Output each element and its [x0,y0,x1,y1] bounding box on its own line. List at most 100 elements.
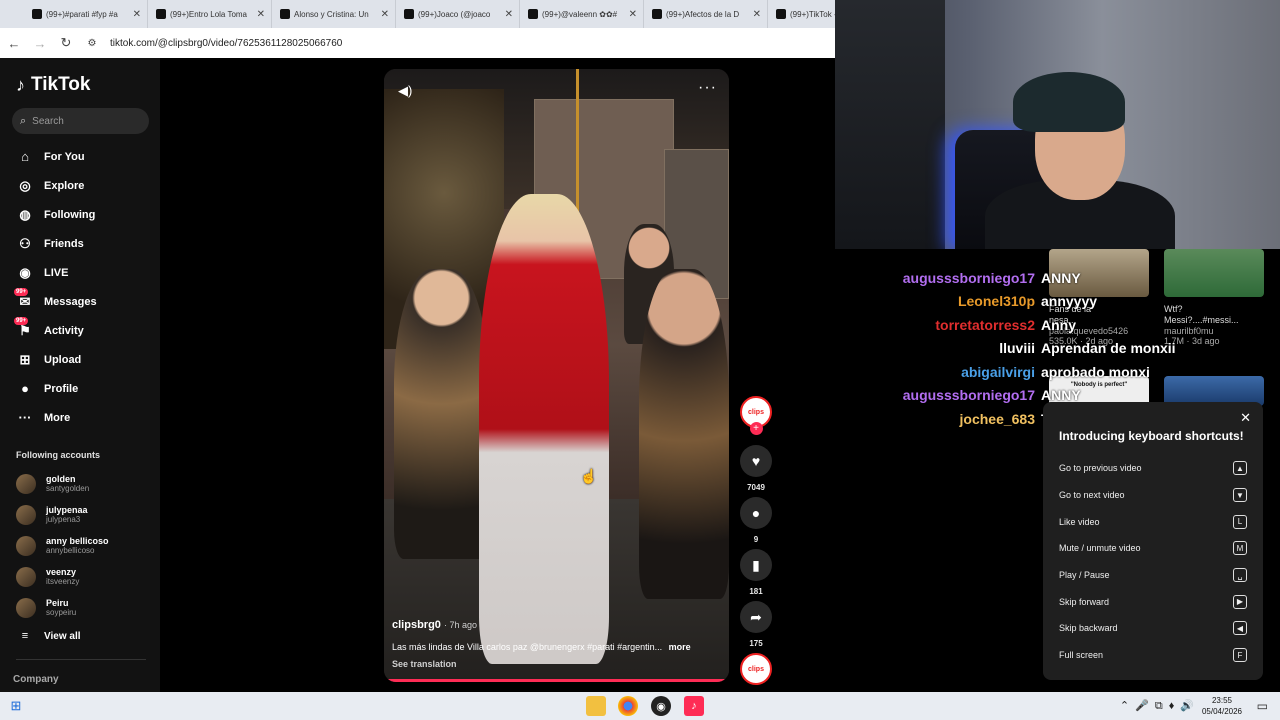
share-action[interactable]: ➦ 175 [739,601,773,648]
sidebar-item-friends[interactable]: ⚇ Friends [16,229,160,258]
webcam-person-cap [1013,72,1125,132]
video-time: · 7h ago [443,620,477,630]
reload-button[interactable]: ↻ [58,35,74,51]
sidebar-item-upload[interactable]: ⊞ Upload [16,345,160,374]
url-field[interactable]: tiktok.com/@clipsbrg0/video/762536112802… [110,38,342,49]
tab-close-icon[interactable]: ✕ [257,9,265,20]
chat-username: abigailvirgi [961,363,1035,380]
forward-button[interactable]: → [32,36,48,51]
share-icon[interactable]: ➦ [740,601,772,633]
sidebar-item-profile[interactable]: ● Profile [16,374,160,403]
browser-tab[interactable]: (99+)TikTok -✕ [768,0,835,28]
shortcut-label: Skip forward [1059,596,1110,607]
video-author[interactable]: clipsbrg0 · 7h ago [392,619,477,631]
sidebar: ♪ TikTok ⌕ Search ⌂ For You ◎ Explore ◍ Follo… [0,58,160,692]
video-frame-person [479,194,609,664]
video-progress-bar[interactable] [384,679,729,682]
system-clock[interactable]: 23:55 05/04/2026 [1202,695,1242,717]
comment-action[interactable]: ● 9 [739,497,773,544]
volume-icon[interactable]: ◀) [398,83,412,99]
company-link[interactable]: Company [13,674,160,685]
obs-icon[interactable]: ◉ [651,696,671,716]
shortcut-key-icon: ▲ [1233,461,1247,476]
tab-close-icon[interactable]: ✕ [753,9,761,20]
comment-count: 9 [753,535,759,544]
home-icon: ⌂ [21,149,29,164]
system-tray-icons[interactable]: ⌃🎤⧉♦🔊 [1120,699,1200,713]
sidebar-item-explore[interactable]: ◎ Explore [16,171,160,200]
shortcut-label: Go to previous video [1059,463,1142,474]
shortcut-label: Like video [1059,516,1100,527]
comment-icon[interactable]: ● [740,497,772,529]
sidebar-item-for-you[interactable]: ⌂ For You [16,142,160,171]
chrome-icon[interactable] [618,696,638,716]
shortcut-key-icon: ▶ [1233,594,1247,609]
video-caption: Las más lindas de Villa carlos paz @brun… [392,642,722,652]
sidebar-item-label: Messages [44,295,97,308]
follow-plus-icon[interactable]: + [749,422,763,435]
search-placeholder: Search [32,115,64,127]
see-translation-link[interactable]: See translation [392,659,457,669]
tab-close-icon[interactable]: ✕ [381,9,389,20]
sound-disc-avatar[interactable]: clips [740,653,772,685]
like-action[interactable]: ♥ 7049 [739,445,773,492]
following-accounts-list: golden santygolden julypenaa julypena3 anny … [12,468,160,623]
browser-tab[interactable]: (99+)#parati #fyp #a ✕ [24,0,148,28]
video-player[interactable]: ◀) ··· clipsbrg0 · 7h ago Las más lindas… [384,69,729,682]
close-icon[interactable]: ✕ [1240,410,1251,426]
file-explorer-icon[interactable] [586,696,606,716]
sound-disc[interactable]: clips [739,653,773,685]
avatar [16,597,36,618]
more-options-icon[interactable]: ··· [698,79,717,97]
sidebar-item-label: For You [44,150,85,163]
video-frame-person [639,269,729,599]
sidebar-item-activity[interactable]: 99+ ⚑ Activity [14,316,160,345]
creator-avatar-action[interactable]: clips + [739,396,773,435]
taskbar: ⊞ ◉ ♪ ⌃🎤⧉♦🔊 23:55 05/04/2026 ▭ [0,692,1280,720]
shortcut-row: Go to previous video ▲ [1059,455,1247,482]
following-icon: ◍ [19,206,31,222]
messages-icon: 99+ ✉ [14,287,31,309]
following-account[interactable]: veenzy itsveenzy [16,561,160,592]
following-account[interactable]: julypenaa julypena3 [16,499,160,530]
webcam-shelf [835,0,945,249]
tab-title: (99+)TikTok - [790,9,835,19]
account-name: Peiru [46,598,69,608]
windows-start-icon[interactable]: ⊞ [6,696,26,716]
tab-close-icon[interactable]: ✕ [505,9,513,20]
tiktok-app-icon[interactable]: ♪ [684,696,704,716]
caption-more-link[interactable]: more [669,642,691,652]
heart-icon[interactable]: ♥ [740,445,772,477]
sidebar-item-messages[interactable]: 99+ ✉ Messages [14,287,160,316]
caption-text: Las más lindas de Villa carlos paz @brun… [392,642,663,652]
search-input[interactable]: ⌕ Search [12,108,149,134]
browser-tab[interactable]: (99+)@valeenn ✿✿# ✕ [520,0,644,28]
browser-tab[interactable]: Alonso y Cristina: Un ✕ [272,0,396,28]
browser-tab[interactable]: (99+)Joaco (@joaco ✕ [396,0,520,28]
site-info-icon[interactable]: ⚙ [84,38,100,49]
chat-message: Anny [1041,316,1076,333]
sidebar-item-following[interactable]: ◍ Following [16,200,160,229]
sidebar-item-live[interactable]: ◉ LIVE [16,258,160,287]
sidebar-item-more[interactable]: ··· More [16,403,160,432]
shortcut-row: Play / Pause ␣ [1059,562,1247,589]
following-account[interactable]: golden santygolden [16,468,160,499]
chat-username: augusssborniego17 [902,269,1035,286]
tab-close-icon[interactable]: ✕ [133,9,141,20]
tab-close-icon[interactable]: ✕ [629,9,637,20]
notification-icon[interactable]: ▭ [1257,699,1268,713]
save-action[interactable]: ▮ 181 [739,549,773,596]
browser-tab[interactable]: (99+)Entro Lola Toma ✕ [148,0,272,28]
view-all-link[interactable]: ≡ View all [16,623,160,649]
author-name[interactable]: clipsbrg0 [392,619,441,631]
following-account[interactable]: Peiru soypeiru [16,592,160,623]
chat-username: augusssborniego17 [902,387,1035,404]
sidebar-item-label: More [44,411,71,424]
browser-tab[interactable]: (99+)Afectos de la D ✕ [644,0,768,28]
back-button[interactable]: ← [6,36,22,51]
shortcut-key-icon: ◀ [1233,621,1247,636]
following-account[interactable]: anny bellicoso annybellicoso [16,530,160,561]
tiktok-logo[interactable]: ♪ TikTok [16,74,160,96]
account-handle: annybellicoso [46,546,95,555]
bookmark-icon[interactable]: ▮ [740,549,772,581]
